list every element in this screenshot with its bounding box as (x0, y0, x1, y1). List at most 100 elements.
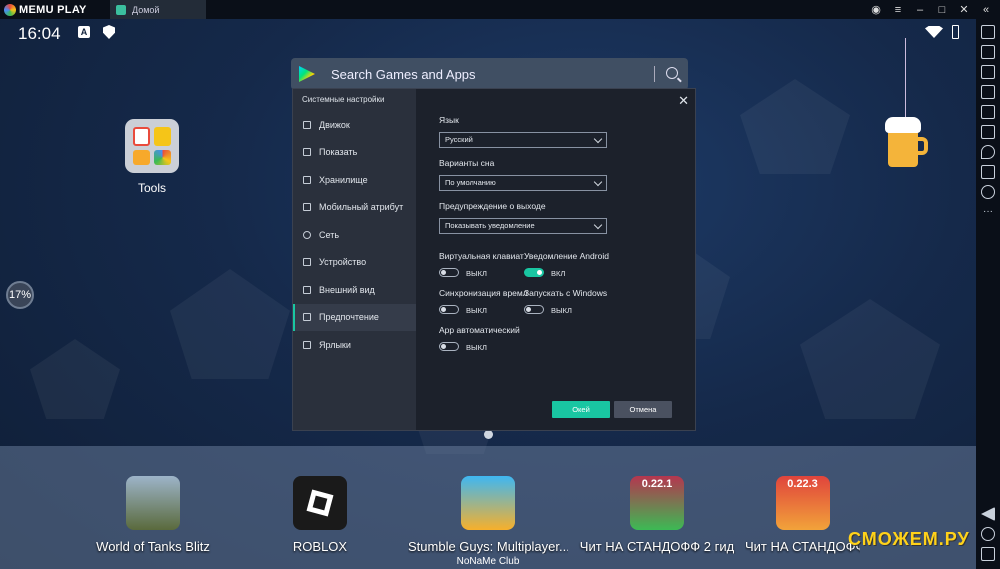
more-icon[interactable]: ··· (981, 205, 995, 219)
autostart-toggle[interactable] (524, 305, 544, 314)
watermark: СМОЖЕМ.РУ (848, 529, 970, 549)
memu-logo-icon (4, 3, 16, 16)
stumble-guys-icon (461, 476, 515, 530)
recent-apps-icon[interactable] (981, 547, 995, 561)
virtual-keyboard-label: Виртуальная клавиат (439, 251, 524, 261)
dialog-close-icon[interactable]: ✕ (678, 93, 689, 109)
nav-label: Хранилище (319, 174, 368, 185)
home-icon[interactable] (981, 527, 995, 541)
roblox-icon (293, 476, 347, 530)
app-standoff-cheat[interactable]: 0.22.3 Чит НА СТАНДОФФ (745, 476, 860, 554)
page-indicator (484, 430, 493, 439)
system-settings-dialog: Системные настройки Движок Показать Хран… (292, 88, 696, 431)
app-label: Чит НА СТАНДОФФ 2 гид (579, 539, 735, 554)
tools-folder[interactable] (125, 119, 179, 173)
account-icon[interactable]: ◉ (870, 3, 882, 16)
title-bar: MEMU PLAY Домой ◉ ≡ – □ ✕ « (0, 0, 1000, 19)
emulator-window: MEMU PLAY Домой ◉ ≡ – □ ✕ « 16:04 A Sear… (0, 0, 1000, 569)
background-shape (30, 339, 120, 419)
minimize-button[interactable]: – (914, 4, 926, 16)
wrench-icon (303, 313, 311, 322)
tag-icon (303, 203, 311, 212)
wifi-icon (925, 26, 943, 38)
nav-label: Мобильный атрибут (319, 202, 404, 213)
sync-time-label: Синхронизация времл (439, 288, 528, 298)
tab-home[interactable]: Домой (110, 0, 206, 19)
nav-label: Сеть (319, 229, 340, 240)
nav-label: Устройство (319, 257, 367, 268)
apk-install-icon[interactable] (981, 65, 995, 79)
beer-mug-icon[interactable] (885, 117, 929, 169)
tank-icon (126, 476, 180, 530)
nav-label: Ярлыки (319, 339, 351, 350)
android-notification-toggle[interactable] (524, 268, 544, 277)
app-world-of-tanks[interactable]: World of Tanks Blitz (73, 476, 233, 554)
sync-time-state: ВЫКЛ (466, 306, 487, 315)
notification-a-icon: A (78, 26, 90, 38)
app-standoff-guide[interactable]: 0.22.1 Чит НА СТАНДОФФ 2 гид (577, 476, 737, 554)
location-icon[interactable] (981, 145, 995, 159)
keyboard-mapping-icon[interactable] (981, 45, 995, 59)
app-label: World of Tanks Blitz (96, 539, 210, 554)
files-icon (133, 150, 150, 165)
performance-badge[interactable]: 17% (6, 281, 34, 309)
nav-engine[interactable]: Движок (293, 111, 416, 139)
volume-up-icon[interactable] (981, 105, 995, 119)
sleep-select[interactable]: По умолчанию (439, 175, 607, 191)
nav-preferences[interactable]: Предпочтение (293, 303, 416, 331)
sync-time-toggle[interactable] (439, 305, 459, 314)
nav-network[interactable]: Сеть (293, 221, 416, 249)
language-select[interactable]: Русский (439, 132, 607, 148)
chrome-icon (154, 150, 171, 165)
back-icon[interactable] (981, 507, 995, 521)
maximize-button[interactable]: □ (936, 4, 948, 16)
multi-window-icon[interactable] (981, 85, 995, 99)
app-label: ROBLOX (292, 539, 348, 554)
nav-appearance[interactable]: Внешний вид (293, 276, 416, 304)
google-icon (133, 127, 150, 146)
app-dock: World of Tanks Blitz ROBLOX Stumble Guys… (0, 446, 976, 569)
home-tab-icon (116, 4, 126, 15)
sleep-label: Варианты сна (439, 158, 495, 168)
beer-foam (885, 117, 921, 133)
autostart-state: ВЫКЛ (551, 306, 572, 315)
search-icon[interactable] (666, 67, 678, 79)
background-shape (740, 79, 850, 174)
nav-device[interactable]: Устройство (293, 249, 416, 277)
app-stumble-guys[interactable]: Stumble Guys: Multiplayer... NoNaMe Club (408, 476, 568, 567)
folder-icon[interactable] (981, 165, 995, 179)
search-input[interactable]: Search Games and Apps (331, 67, 476, 82)
beer-glass (888, 129, 918, 167)
battery-icon (952, 25, 959, 39)
dialog-title: Системные настройки (302, 95, 385, 104)
app-roblox[interactable]: ROBLOX (240, 476, 400, 554)
phone-icon (303, 258, 311, 267)
nav-mobile-attribute[interactable]: Мобильный атрибут (293, 194, 416, 222)
virtual-keyboard-toggle[interactable] (439, 268, 459, 277)
search-bar[interactable]: Search Games and Apps (291, 58, 688, 90)
app-auto-toggle[interactable] (439, 342, 459, 351)
autostart-label: Запускать с Windows (524, 288, 608, 298)
volume-down-icon[interactable] (981, 125, 995, 139)
right-toolbar: ··· (976, 19, 1000, 569)
nav-label: Показать (319, 147, 358, 158)
tools-label: Tools (137, 181, 166, 195)
nav-shortcuts[interactable]: Ярлыки (293, 331, 416, 359)
fullscreen-icon[interactable] (981, 25, 995, 39)
cancel-button[interactable]: Отмена (614, 401, 672, 418)
virtual-keyboard-state: ВЫКЛ (466, 269, 487, 278)
nav-display[interactable]: Показать (293, 139, 416, 167)
close-button[interactable]: ✕ (958, 3, 970, 16)
ok-button[interactable]: Окей (552, 401, 610, 418)
exit-warning-select[interactable]: Показывать уведомление (439, 218, 607, 234)
nav-label: Предпочтение (319, 312, 379, 323)
settings-icon[interactable] (981, 185, 995, 199)
menu-icon[interactable]: ≡ (892, 4, 904, 16)
app-sublabel: NoNaMe Club (456, 556, 520, 567)
nav-storage[interactable]: Хранилище (293, 166, 416, 194)
standoff-icon: 0.22.1 (630, 476, 684, 530)
collapse-sidebar-icon[interactable]: « (980, 4, 992, 16)
monitor-icon (303, 148, 311, 157)
roblox-logo (306, 489, 334, 517)
image-icon (303, 285, 311, 294)
